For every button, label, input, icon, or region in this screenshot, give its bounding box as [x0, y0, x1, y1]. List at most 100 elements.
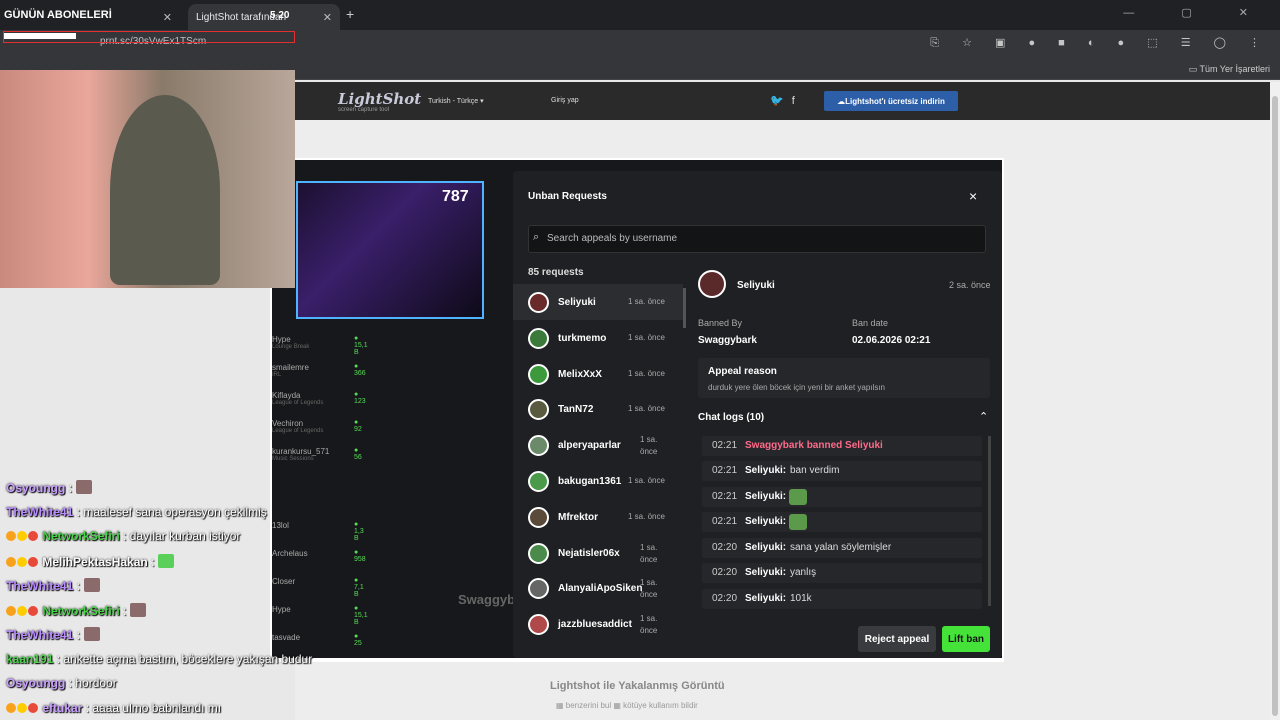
- all-bookmarks-link[interactable]: ▭ Tüm Yer İşaretleri: [1189, 64, 1270, 75]
- lift-ban-button[interactable]: Lift ban: [942, 626, 990, 652]
- chat-log-row: 02:21 Swaggybark banned Seliyuki: [702, 436, 982, 456]
- new-tab-icon[interactable]: +: [346, 6, 354, 22]
- request-time: 1 sa. önce: [640, 435, 658, 457]
- sidebar-channel[interactable]: Hype ● 15,1 B Lounge Break: [272, 335, 368, 356]
- social-icons[interactable]: 🐦f: [770, 94, 803, 107]
- chat-message: TheWhite41 :: [6, 627, 101, 642]
- badge-icon: [6, 556, 16, 567]
- list-item[interactable]: AlanyaliApoSiken 1 sa. önce: [513, 570, 683, 606]
- avatar: [528, 363, 549, 385]
- sidebar-channel[interactable]: Vechiron ● 92 League of Legends: [272, 419, 362, 434]
- toolbar-icons[interactable]: ⎘ ☆ ▣ ● ■ ◐ ● ⬚ ☰ ◯ ⋮: [930, 36, 1270, 50]
- chat-text: :: [76, 628, 81, 642]
- sidebar-channel[interactable]: smailemre ● 366 IRL: [272, 363, 366, 378]
- chat-text: : aaaa ulmo babnlandı mı: [85, 700, 222, 715]
- request-username: Seliyuki: [558, 297, 596, 308]
- caption-links[interactable]: ▦ benzerini bul ▦ kötüye kullanım bildir: [556, 701, 698, 710]
- request-count: 85 requests: [528, 267, 584, 278]
- emote-icon: [789, 489, 807, 505]
- chat-message: TheWhite41 : maalesef sana operasyon çek…: [6, 505, 267, 519]
- request-username: bakugan1361: [558, 476, 622, 487]
- window-controls[interactable]: — ▢ ✕: [1123, 6, 1270, 19]
- badge-icon: [17, 702, 27, 713]
- chat-log-message: sana yalan söylemişler: [790, 542, 892, 553]
- list-item[interactable]: Nejatisler06x 1 sa. önce: [513, 535, 683, 571]
- channel-category: Lounge Break: [272, 344, 310, 350]
- chat-username: NetworkSefiri: [42, 603, 120, 618]
- viewer-count: 787: [442, 188, 469, 205]
- chat-log-time: 02:21: [712, 440, 738, 451]
- avatar: [528, 506, 549, 528]
- list-item[interactable]: bakugan1361 1 sa. önce: [513, 463, 683, 499]
- request-time: 1 sa. önce: [628, 368, 665, 378]
- chat-logs-label[interactable]: Chat logs (10): [698, 412, 764, 423]
- request-username: Mfrektor: [558, 511, 599, 523]
- chat-log-time: 02:21: [712, 491, 738, 502]
- language-select[interactable]: Turkish - Türkçe ▾: [428, 97, 484, 105]
- request-time: 1 sa. önce: [628, 297, 665, 306]
- list-item[interactable]: alperyaparlar 1 sa. önce: [513, 427, 683, 463]
- viewer-count: ● 56: [354, 447, 362, 461]
- lightshot-logo[interactable]: LightShot: [338, 90, 421, 108]
- chat-log-time: 02:20: [712, 542, 738, 553]
- channel-category: Music Sessions: [272, 456, 314, 462]
- list-scrollbar[interactable]: [683, 288, 686, 328]
- avatar: [528, 578, 549, 600]
- banned-by-value: Swaggybark: [698, 335, 757, 346]
- avatar: [528, 435, 549, 457]
- chat-log-user: Seliyuki:: [745, 491, 787, 502]
- twitter-icon[interactable]: 🐦: [770, 95, 792, 107]
- chat-logs-scrollbar[interactable]: [988, 436, 991, 606]
- download-label: Lightshot'ı ücretsiz indirin: [845, 96, 945, 106]
- close-icon[interactable]: ×: [969, 188, 977, 204]
- download-button[interactable]: ☁ Lightshot'ı ücretsiz indirin: [824, 91, 958, 111]
- chat-log-row: 02:21 Seliyuki: ban verdim: [702, 461, 982, 481]
- sidebar-channel[interactable]: Kiflayda ● 123 League of Legends: [272, 391, 366, 406]
- language-label: Turkish - Türkçe: [428, 98, 479, 105]
- badge-icon: [17, 531, 27, 541]
- chat-log-user: Swaggybark banned Seliyuki: [745, 440, 883, 451]
- badge-icon: [17, 605, 27, 616]
- chat-text: :: [68, 481, 73, 495]
- avatar: [528, 542, 549, 564]
- request-username: TanN72: [558, 404, 594, 416]
- request-time: 1 sa. önce: [640, 542, 658, 564]
- chat-log-row: 02:20 Seliyuki: yanlış: [702, 563, 982, 583]
- chevron-up-icon[interactable]: ⌃: [979, 410, 988, 423]
- badge-icon: [28, 531, 38, 541]
- channel-label: Hype: [272, 335, 291, 344]
- request-time: 1 sa. önce: [628, 476, 665, 485]
- progress-fill: [4, 33, 76, 39]
- channel-category: IRL: [272, 372, 282, 378]
- list-item[interactable]: Seliyuki 1 sa. önce: [513, 284, 683, 320]
- channel-category: League of Legends: [272, 400, 324, 406]
- list-item[interactable]: MelixXxX 1 sa. önce: [513, 356, 683, 392]
- chat-message: NetworkSefiri :: [6, 602, 147, 618]
- chat-log-message: 101k: [790, 593, 812, 604]
- login-link[interactable]: Giriş yap: [551, 97, 579, 104]
- list-item[interactable]: TanN72 1 sa. önce: [513, 391, 683, 427]
- list-item[interactable]: turkmemo 1 sa. önce: [513, 320, 683, 356]
- sidebar-channel[interactable]: kurankursu_571 ● 56 Music Sessions: [272, 447, 362, 462]
- reject-appeal-button[interactable]: Reject appeal: [858, 626, 936, 652]
- banned-by-label: Banned By: [698, 318, 743, 328]
- chat-log-time: 02:21: [712, 465, 738, 476]
- badge-icon: [6, 531, 16, 541]
- request-list: Seliyuki 1 sa. önce turkmemo 1 sa. önce Meli…: [513, 284, 685, 656]
- browser-tab-active[interactable]: LightShot tarafından ✕: [188, 4, 340, 30]
- badge-icon: [28, 556, 38, 567]
- facebook-icon[interactable]: f: [792, 95, 803, 107]
- caption-title: Lightshot ile Yakalanmış Görüntü: [550, 680, 725, 692]
- chat-text: : maalesef sana operasyon çekilmiş: [76, 504, 267, 519]
- list-item[interactable]: Mfrektor 1 sa. önce: [513, 499, 683, 535]
- close-tab-icon[interactable]: ✕: [323, 11, 332, 24]
- page-scroll-thumb[interactable]: [1272, 96, 1278, 716]
- chat-username: TheWhite41: [6, 504, 74, 519]
- chat-text: : dayılar kurban istiyor: [123, 529, 241, 543]
- request-time: 1 sa. önce: [628, 511, 665, 521]
- emote-icon: [789, 514, 807, 530]
- list-item[interactable]: jazzbluesaddict 1 sa. önce: [513, 606, 683, 642]
- viewer-count: ● 92: [354, 419, 362, 433]
- appeal-reason-text: durduk yere ölen böcek için yeni bir ank…: [708, 383, 885, 392]
- stream-chat: Osyoungg : TheWhite41 : maalesef sana ope…: [0, 478, 376, 720]
